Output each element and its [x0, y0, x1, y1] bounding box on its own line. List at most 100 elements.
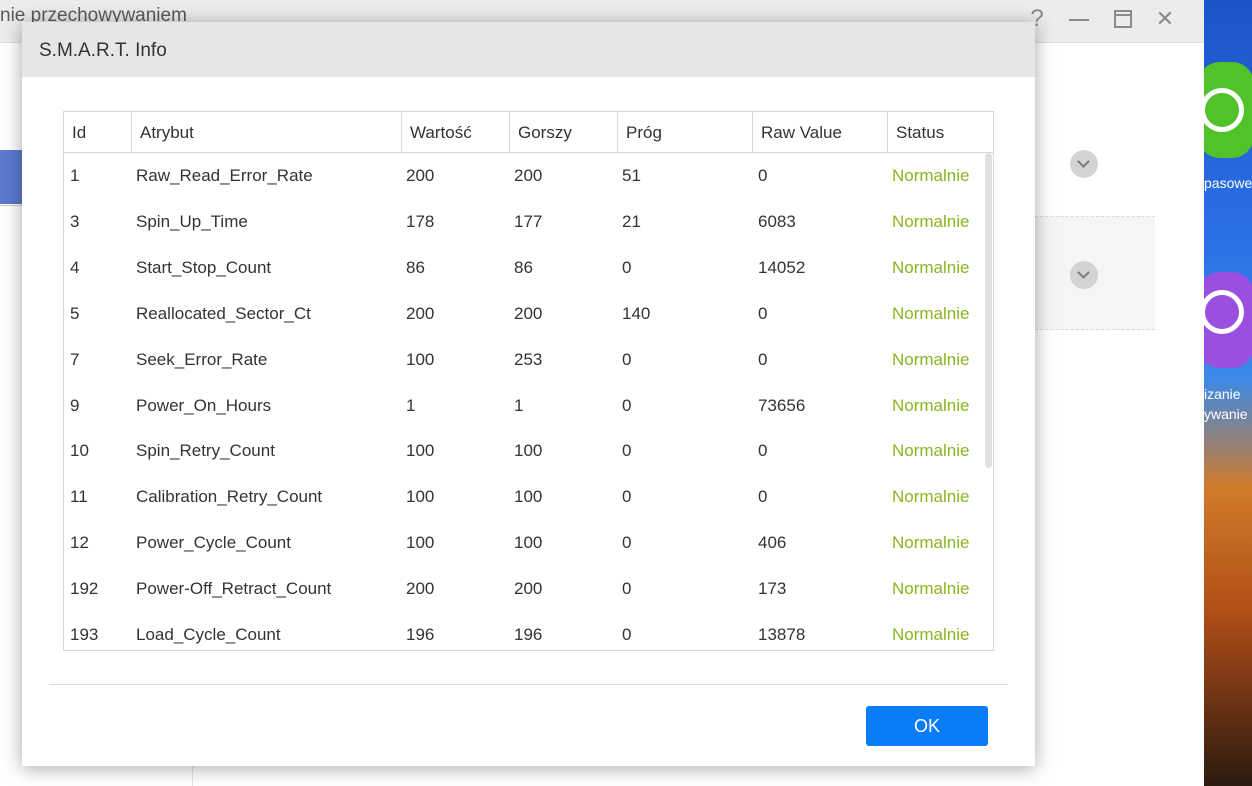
cell-status: Normalnie [892, 211, 970, 231]
table-row[interactable]: 193 Load_Cycle_Count 196 196 0 13878 Normalnie [64, 612, 993, 650]
cell-value: 196 [406, 625, 435, 644]
cell-id: 3 [70, 211, 80, 231]
cell-worst: 100 [514, 533, 543, 553]
column-header-raw-value[interactable]: Raw Value [752, 112, 887, 152]
column-header-value[interactable]: Wartość [401, 112, 509, 152]
table-row[interactable]: 12 Power_Cycle_Count 100 100 0 406 Normalnie [64, 520, 993, 566]
backup-app-icon[interactable] [1204, 62, 1252, 158]
dialog-divider [49, 684, 1008, 685]
cell-status: Normalnie [892, 349, 970, 369]
cell-threshold: 0 [622, 441, 632, 461]
column-header-status[interactable]: Status [887, 112, 993, 152]
cell-id: 1 [70, 166, 80, 185]
table-row[interactable]: 7 Seek_Error_Rate 100 253 0 0 Normalnie [64, 337, 993, 383]
cell-raw-value: 6083 [758, 211, 796, 231]
cell-worst: 100 [514, 441, 543, 461]
cell-raw-value: 0 [758, 487, 768, 507]
cell-attribute: Spin_Retry_Count [136, 441, 275, 461]
cell-id: 7 [70, 349, 80, 369]
dialog-title: S.M.A.R.T. Info [39, 40, 167, 61]
table-row[interactable]: 5 Reallocated_Sector_Ct 200 200 140 0 Normalni… [64, 291, 993, 337]
cell-status: Normalnie [892, 257, 970, 277]
cell-worst: 177 [514, 211, 543, 231]
cell-attribute: Reallocated_Sector_Ct [136, 303, 311, 323]
cell-worst: 196 [514, 625, 543, 644]
cell-threshold: 51 [622, 166, 641, 185]
table-row[interactable]: 9 Power_On_Hours 1 1 0 73656 Normalnie [64, 383, 993, 429]
cell-raw-value: 0 [758, 166, 768, 185]
cell-attribute: Spin_Up_Time [136, 211, 248, 231]
cell-threshold: 21 [622, 211, 641, 231]
cell-id: 192 [70, 579, 99, 599]
cell-value: 100 [406, 533, 435, 553]
table-row[interactable]: 3 Spin_Up_Time 178 177 21 6083 Normalnie [64, 199, 993, 245]
cell-raw-value: 14052 [758, 257, 806, 277]
cell-value: 200 [406, 303, 435, 323]
close-icon[interactable]: ✕ [1148, 4, 1182, 34]
minimize-icon[interactable] [1062, 4, 1096, 34]
cell-worst: 100 [514, 487, 543, 507]
desktop-icon-label: ywanie [1204, 406, 1248, 422]
cell-raw-value: 73656 [758, 395, 806, 415]
cell-id: 12 [70, 533, 89, 553]
cell-raw-value: 0 [758, 441, 768, 461]
table-header: Id Atrybut Wartość Gorszy Próg Raw Value… [64, 112, 993, 153]
cell-id: 4 [70, 257, 80, 277]
column-header-threshold[interactable]: Próg [617, 112, 752, 152]
desktop-icon-label: izanie [1204, 386, 1241, 402]
cell-raw-value: 0 [758, 303, 768, 323]
cell-status: Normalnie [892, 625, 970, 644]
cell-threshold: 140 [622, 303, 651, 323]
cell-value: 86 [406, 257, 425, 277]
table-row[interactable]: 192 Power-Off_Retract_Count 200 200 0 173 Norm… [64, 566, 993, 612]
table-scrollbar[interactable] [984, 153, 993, 650]
sidebar-selected-item[interactable] [0, 150, 22, 204]
column-header-worst[interactable]: Gorszy [509, 112, 617, 152]
cell-status: Normalnie [892, 441, 970, 461]
cell-status: Normalnie [892, 303, 970, 323]
cell-id: 10 [70, 441, 89, 461]
cell-attribute: Calibration_Retry_Count [136, 487, 323, 507]
dialog-titlebar[interactable]: S.M.A.R.T. Info [22, 22, 1035, 77]
scrollbar-thumb[interactable] [985, 153, 992, 468]
cell-id: 9 [70, 395, 80, 415]
table-row[interactable]: 11 Calibration_Retry_Count 100 100 0 0 Normaln… [64, 474, 993, 520]
cell-threshold: 0 [622, 257, 632, 277]
cell-value: 200 [406, 579, 435, 599]
column-header-id[interactable]: Id [64, 112, 131, 152]
maximize-icon[interactable] [1105, 4, 1139, 34]
table-row[interactable]: 4 Start_Stop_Count 86 86 0 14052 Normalnie [64, 245, 993, 291]
cell-attribute: Start_Stop_Count [136, 257, 272, 277]
cell-worst: 200 [514, 579, 543, 599]
chevron-down-icon[interactable] [1070, 150, 1098, 178]
storage-app-icon[interactable] [1204, 272, 1252, 368]
sidebar-divider [0, 205, 22, 206]
cell-threshold: 0 [622, 625, 632, 644]
table-row[interactable]: 1 Raw_Read_Error_Rate 200 200 51 0 Normalnie [64, 153, 993, 199]
cell-threshold: 0 [622, 349, 632, 369]
cell-raw-value: 173 [758, 579, 787, 599]
cell-threshold: 0 [622, 487, 632, 507]
cell-worst: 200 [514, 303, 543, 323]
column-header-attribute[interactable]: Atrybut [131, 112, 401, 152]
cell-attribute: Power-Off_Retract_Count [136, 579, 332, 599]
table-row[interactable]: 10 Spin_Retry_Count 100 100 0 0 Normalnie [64, 428, 993, 474]
cell-worst: 86 [514, 257, 533, 277]
ok-button[interactable]: OK [866, 706, 988, 746]
smart-attributes-table: Id Atrybut Wartość Gorszy Próg Raw Value… [63, 111, 994, 651]
smart-info-dialog: S.M.A.R.T. Info Id Atrybut Wartość Gorsz… [22, 22, 1035, 766]
cell-threshold: 0 [622, 395, 632, 415]
cell-attribute: Load_Cycle_Count [136, 625, 281, 644]
cell-value: 178 [406, 211, 435, 231]
chevron-down-icon[interactable] [1070, 261, 1098, 289]
cell-raw-value: 406 [758, 533, 787, 553]
cell-threshold: 0 [622, 533, 632, 553]
cell-status: Normalnie [892, 579, 970, 599]
cell-value: 100 [406, 441, 435, 461]
cell-attribute: Raw_Read_Error_Rate [136, 166, 313, 185]
cell-value: 1 [406, 395, 416, 415]
cell-raw-value: 13878 [758, 625, 806, 644]
desktop-background: pasowe izanie ywanie [1204, 0, 1252, 786]
cell-status: Normalnie [892, 395, 970, 415]
cell-worst: 1 [514, 395, 524, 415]
